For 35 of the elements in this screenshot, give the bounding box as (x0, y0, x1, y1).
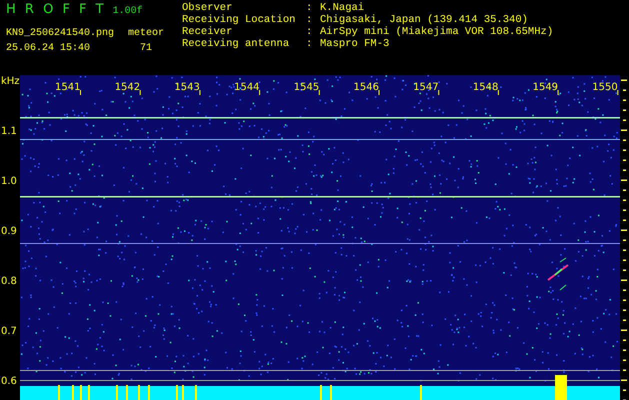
info-value: AirSpy mini (Miakejima VOR 108.65MHz) (320, 26, 554, 38)
axis-label: 1542 (114, 82, 140, 93)
file-name: KN9_2506241540.png (6, 28, 114, 39)
info-separator: : (306, 14, 314, 26)
info-separator: : (306, 2, 314, 14)
axis-label: 1.1 (1, 126, 17, 137)
info-label: Receiving Location (182, 14, 296, 26)
axis-label: 1546 (354, 82, 379, 93)
axis-label: 1549 (532, 82, 558, 93)
axis-label: 0.8 (1, 276, 17, 287)
axis-label: 0.7 (1, 326, 17, 337)
info-value: Maspro FM-3 (320, 38, 390, 50)
info-separator: : (306, 38, 314, 50)
axis-label: 0.9 (1, 226, 17, 237)
info-label: Observer (182, 2, 234, 14)
mode-label: meteor (128, 27, 164, 39)
info-separator: : (306, 26, 314, 38)
version-label: 1.00f (112, 6, 143, 17)
axis-label: 1543 (174, 82, 200, 93)
date-time: 25.06.24 15:40 (6, 43, 90, 54)
axis-label: 1547 (413, 82, 439, 93)
app-title: H R O F F T (6, 2, 105, 18)
axis-label: 1.0 (1, 176, 17, 187)
axis-label: 1541 (55, 82, 80, 93)
axis-label: 1545 (294, 82, 320, 93)
axis-unit: kHz (1, 76, 20, 87)
info-label: Receiver (182, 26, 234, 38)
axis-label: 1544 (234, 82, 260, 93)
count-value: 71 (140, 43, 152, 54)
info-label: Receiving antenna (182, 38, 290, 50)
info-value: Chigasaki, Japan (139.414 35.340) (320, 14, 528, 26)
info-value: K.Nagai (320, 2, 364, 14)
axis-label: 1548 (472, 82, 498, 93)
axis-label: 1550 (592, 82, 618, 93)
axis-label: 0.6 (1, 376, 17, 387)
